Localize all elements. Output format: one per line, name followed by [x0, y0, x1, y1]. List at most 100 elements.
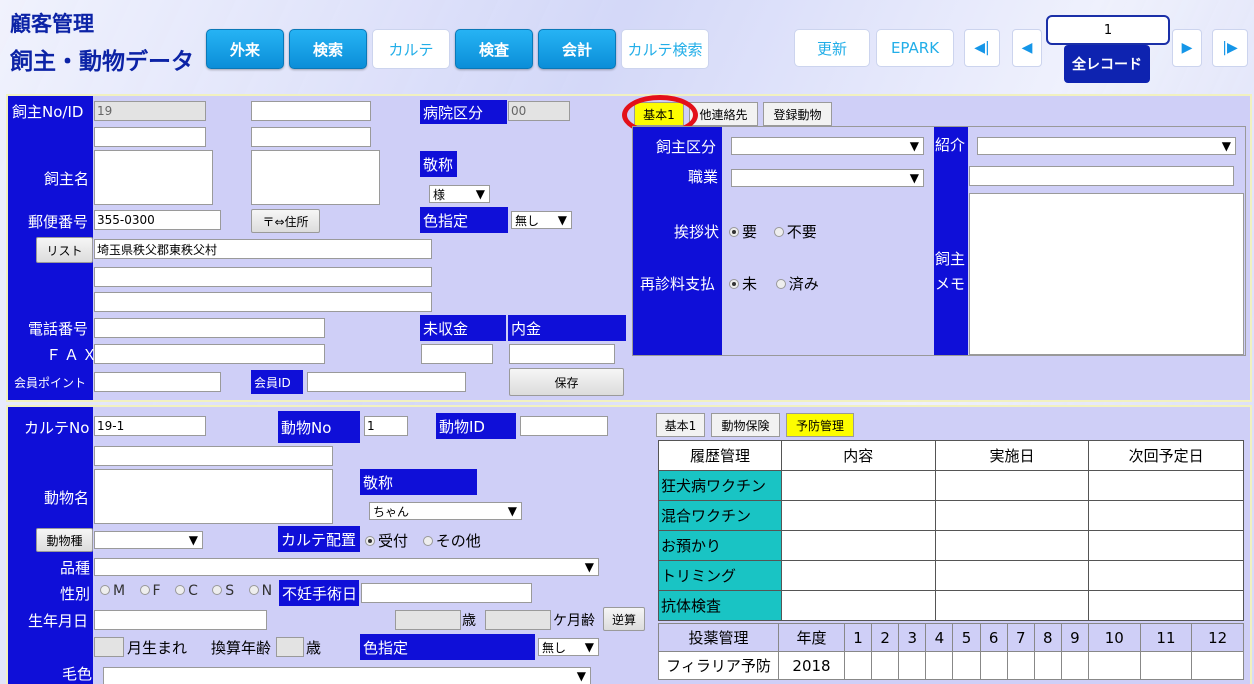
accounting-button[interactable]: 会計 [538, 29, 616, 69]
table-cell[interactable] [898, 651, 927, 680]
table-cell[interactable] [1139, 651, 1193, 680]
owner-kana1-input[interactable] [94, 127, 206, 147]
sterilization-input[interactable] [361, 583, 532, 603]
owner-lastname-input[interactable] [94, 150, 213, 205]
animal-name-input[interactable] [94, 469, 333, 524]
karte-button[interactable]: カルテ [372, 29, 450, 69]
owner-kana2-input[interactable] [251, 127, 371, 147]
phone-input[interactable] [94, 318, 325, 338]
table-cell[interactable] [934, 470, 1090, 501]
birth-month-input[interactable] [94, 637, 124, 657]
species-select[interactable]: ▼ [94, 531, 203, 549]
sex-f-radio[interactable] [139, 585, 150, 595]
address3-input[interactable] [94, 292, 432, 312]
age-years-input[interactable] [395, 610, 461, 630]
table-cell[interactable] [934, 500, 1090, 531]
address2-input[interactable] [94, 267, 432, 287]
birth-input[interactable] [94, 610, 267, 630]
referral-select[interactable]: ▼ [977, 137, 1236, 155]
zip-input[interactable]: 355-0300 [94, 210, 221, 230]
update-button[interactable]: 更新 [794, 29, 870, 67]
revisit-unpaid-radio[interactable] [729, 278, 739, 289]
table-cell[interactable] [1060, 651, 1089, 680]
table-cell[interactable] [871, 651, 900, 680]
sex-n-radio[interactable] [248, 585, 259, 595]
table-cell[interactable] [934, 530, 1090, 561]
owner-id-input[interactable] [251, 101, 371, 121]
table-cell[interactable] [1191, 651, 1244, 680]
table-cell[interactable] [1088, 590, 1244, 621]
animal-no-input[interactable]: 1 [364, 416, 408, 436]
tab-prevention[interactable]: 予防管理 [786, 413, 854, 437]
table-cell[interactable] [843, 651, 873, 680]
owner-firstname-input[interactable] [251, 150, 380, 205]
sex-c-radio[interactable] [175, 585, 186, 595]
search-button[interactable]: 検索 [289, 29, 367, 69]
member-id-input[interactable] [307, 372, 466, 392]
save-button[interactable]: 保存 [509, 368, 624, 396]
place-other-radio[interactable] [422, 535, 433, 546]
epark-button[interactable]: EPARK [876, 29, 954, 67]
tab-other-contact[interactable]: 他連絡先 [689, 102, 758, 126]
referral-input[interactable] [969, 166, 1234, 186]
table-cell[interactable] [1088, 500, 1244, 531]
table-cell[interactable] [952, 651, 981, 680]
table-cell[interactable] [780, 590, 936, 621]
table-cell[interactable] [979, 651, 1008, 680]
exam-button[interactable]: 検査 [455, 29, 533, 69]
last-record-icon[interactable]: |▶ [1212, 29, 1248, 67]
hospital-div-input[interactable]: 00 [508, 101, 570, 121]
unpaid-input[interactable] [421, 344, 493, 364]
breed-select[interactable]: ▼ [94, 558, 599, 576]
animal-color-select[interactable]: 無し ▼ [538, 638, 599, 656]
table-cell[interactable] [780, 530, 936, 561]
table-cell[interactable] [780, 560, 936, 591]
table-cell[interactable] [1087, 651, 1141, 680]
filaria-year[interactable]: 2018 [778, 651, 845, 680]
tab-registered-animals[interactable]: 登録動物 [763, 102, 832, 126]
tab-animal-basic1[interactable]: 基本1 [656, 413, 705, 437]
address1-input[interactable]: 埼玉県秩父郡東秩父村 [94, 239, 432, 259]
prev-record-icon[interactable]: ◀ [1012, 29, 1042, 67]
karte-no-input[interactable]: 19-1 [94, 416, 206, 436]
revisit-paid-radio[interactable] [775, 278, 786, 289]
table-cell[interactable] [780, 470, 936, 501]
animal-id-input[interactable] [520, 416, 608, 436]
table-cell[interactable] [1006, 651, 1035, 680]
table-cell[interactable] [934, 560, 1090, 591]
fur-select[interactable]: ▼ [103, 667, 591, 684]
revisit-radio-group[interactable]: 未 済み [729, 273, 819, 294]
zip-to-address-button[interactable]: 〒⇔住所 [251, 209, 320, 233]
greeting-yes-radio[interactable] [729, 226, 739, 237]
outpatient-button[interactable]: 外来 [206, 29, 284, 69]
animal-honorific-select[interactable]: ちゃん ▼ [369, 502, 522, 520]
first-record-icon[interactable]: ◀| [964, 29, 1000, 67]
karte-search-button[interactable]: カルテ検索 [621, 29, 709, 69]
deposit-input[interactable] [509, 344, 615, 364]
owner-div-select[interactable]: ▼ [731, 137, 924, 155]
sex-m-radio[interactable] [100, 585, 110, 595]
table-cell[interactable] [1033, 651, 1062, 680]
species-button[interactable]: 動物種 [36, 528, 93, 552]
greeting-radio-group[interactable]: 要 不要 [729, 221, 817, 242]
owner-memo-textarea[interactable] [969, 193, 1244, 355]
owner-no-input[interactable]: 19 [94, 101, 206, 121]
sex-radio-group[interactable]: M F C S N [100, 583, 272, 599]
fax-input[interactable] [94, 344, 325, 364]
table-cell[interactable] [925, 651, 954, 680]
converted-age-input[interactable] [276, 637, 304, 657]
greeting-no-radio[interactable] [773, 226, 784, 237]
age-months-input[interactable] [485, 610, 551, 630]
job-select[interactable]: ▼ [731, 169, 924, 187]
table-cell[interactable] [780, 500, 936, 531]
all-records-button[interactable]: 全レコード [1064, 45, 1150, 83]
points-input[interactable] [94, 372, 221, 392]
table-cell[interactable] [1088, 560, 1244, 591]
animal-kana-input[interactable] [94, 446, 333, 466]
place-reception-radio[interactable] [365, 535, 375, 546]
karte-place-radio-group[interactable]: 受付 その他 [365, 530, 481, 551]
sex-s-radio[interactable] [212, 585, 223, 595]
next-record-icon[interactable]: ▶ [1172, 29, 1202, 67]
owner-honorific-select[interactable]: 様 ▼ [429, 185, 490, 203]
tab-animal-insurance[interactable]: 動物保険 [711, 413, 780, 437]
